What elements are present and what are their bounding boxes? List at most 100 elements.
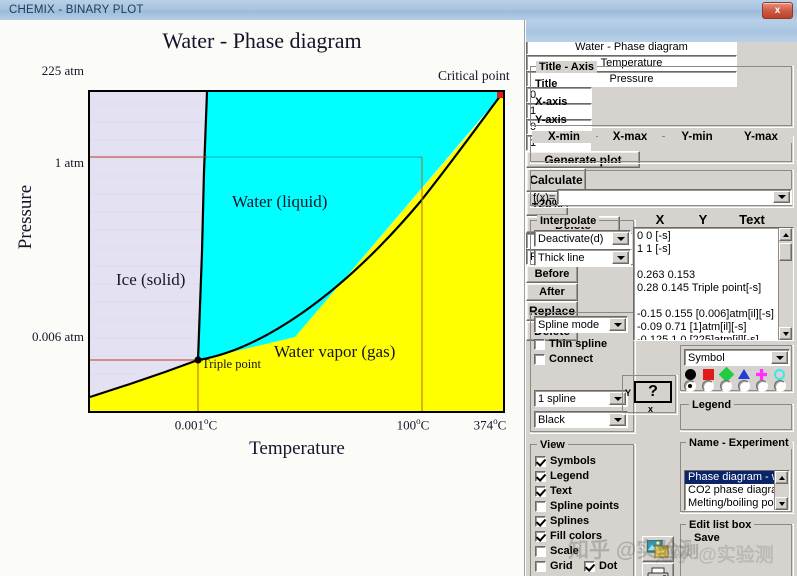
view-checkbox-fill-colors[interactable]: Fill colors [535,530,602,542]
data-row[interactable]: 1 1 [-s] [634,243,793,256]
symbol-radio-0[interactable] [684,380,696,392]
image-export-button[interactable] [642,536,674,562]
data-listbox-scrollbar[interactable] [778,228,793,340]
table-header-y: Y [698,212,708,227]
experiment-scroll-up-button[interactable] [775,471,788,484]
view-text-label: Text [550,485,572,497]
experiment-listbox[interactable]: Phase diagram - water CO2 phase diagram … [684,470,790,511]
scroll-down-button[interactable] [779,327,792,340]
region-label-ice: Ice (solid) [116,270,186,289]
symbol-select[interactable]: Symbol [684,349,790,366]
view-checkbox-scale[interactable]: Scale [535,545,579,557]
view-fill-colors-box [535,530,546,542]
annotation-critical-point: Critical point [438,68,510,83]
region-label-liquid: Water (liquid) [232,192,328,211]
xy-help-button[interactable]: ? [634,381,672,403]
xy-help-x-label: x [648,404,654,414]
window-titlebar: CHEMIX - BINARY PLOT x [0,0,797,21]
data-row[interactable]: -0.09 0.71 [1]atm[il][-s] [634,321,793,334]
x-tick-unit-100: C [420,417,430,433]
thin-spline-checkbox[interactable]: Thin spline [534,338,607,350]
save-before-button[interactable]: Before [526,265,578,283]
phase-diagram-svg [90,92,503,411]
view-spline-points-box [535,500,546,512]
spline-mode-value: Spline mode [538,318,600,331]
data-row[interactable]: -0.125 1.0 [225]atm[il][-s] [634,334,793,340]
y-axis-label: Pressure [15,184,36,250]
spline-mode-arrow[interactable] [609,318,626,331]
plot-pane: Water - Phase diagram Pressure Temperatu… [0,20,525,576]
view-checkbox-grid[interactable]: Grid [535,560,573,572]
view-splines-box [535,515,546,527]
view-group-label: View [537,439,568,451]
view-checkbox-legend[interactable]: Legend [535,470,589,482]
interpolate-line-select[interactable]: Thick line [534,249,631,266]
save-after-button[interactable]: After [526,283,578,301]
app-window: CHEMIX - BINARY PLOT x Water - Phase dia… [0,0,797,576]
experiment-listbox-scrollbar[interactable] [774,471,789,510]
spline-count-select[interactable]: 1 spline [534,390,628,407]
x-tick-value-100: 100 [396,417,417,433]
fx-label: f(x)= [533,192,556,204]
symbol-select-value: Symbol [688,351,725,364]
x-tick-value-374: 374 [473,417,494,433]
connect-checkbox[interactable]: Connect [534,353,593,365]
data-row[interactable]: 0 0 [-s] [634,230,793,243]
data-row[interactable] [634,256,793,269]
experiment-scroll-down-button[interactable] [775,497,788,510]
data-row[interactable]: -0.15 0.155 [0.006]atm[il][-s] [634,308,793,321]
symbol-radio-4[interactable] [756,380,768,392]
data-row[interactable]: 0.263 0.153 [634,269,793,282]
symbol-radio-2[interactable] [720,380,732,392]
window-title: CHEMIX - BINARY PLOT [9,4,144,16]
printer-icon [647,567,669,576]
thin-spline-checkbox-box [534,338,545,350]
symbol-radio-5[interactable] [774,380,786,392]
save-group-label: Save [691,532,723,544]
interpolate-mode-select[interactable]: Deactivate(d) [534,230,631,247]
x-tick-label-0001: 0.001oC [174,416,218,433]
view-checkbox-dot[interactable]: Dot [584,560,617,572]
view-fill-colors-label: Fill colors [550,530,602,542]
x-min-header: X-min [532,131,596,143]
view-checkbox-splines[interactable]: Splines [535,515,589,527]
view-spline-points-label: Spline points [550,500,620,512]
x-tick-unit-374: C [497,417,507,433]
view-checkbox-symbols[interactable]: Symbols [535,455,596,467]
symbol-select-arrow[interactable] [771,351,788,364]
interpolate-group-label: Interpolate [537,215,600,227]
plot-frame [88,90,505,413]
table-header-x: X [655,212,665,227]
symbol-radio-1[interactable] [702,380,714,392]
scroll-up-button[interactable] [779,228,792,241]
fx-input[interactable] [557,189,792,205]
window-close-button[interactable]: x [762,2,793,19]
spline-color-select[interactable]: Black [534,411,628,428]
view-legend-label: Legend [550,470,590,482]
interpolate-mode-arrow[interactable] [612,232,629,245]
magenta-cross-icon [756,369,767,380]
spline-mode-select[interactable]: Spline mode [534,316,628,333]
data-points-listbox[interactable]: 0 0 [-s] 1 1 [-s] 0.263 0.153 0.28 0.145… [633,227,794,341]
image-icon [647,540,669,558]
scrollbar-thumb[interactable] [779,243,792,261]
black-circle-icon [685,369,696,380]
interpolate-line-arrow[interactable] [612,251,629,264]
print-button[interactable] [642,563,674,576]
question-mark-icon: ? [648,383,658,400]
name-experiment-group-label: Name - Experiment [686,437,792,449]
fx-dropdown-arrow[interactable] [773,191,790,203]
y-max-header: Y-max [729,131,793,143]
symbol-radio-3[interactable] [738,380,750,392]
symbol-glyph-row [684,366,790,383]
interpolate-mode-value: Deactivate(d) [538,232,604,245]
view-checkbox-text[interactable]: Text [535,485,572,497]
data-row[interactable]: 0.28 0.145 Triple point[-s] [634,282,793,295]
x-tick-value-0001: 0.001 [174,417,205,433]
x-tick-label-100: 100oC [396,416,430,433]
view-checkbox-spline-points[interactable]: Spline points [535,500,619,512]
view-dot-box [584,560,595,572]
view-text-box [535,485,546,497]
data-row[interactable] [634,295,793,308]
red-square-icon [703,369,714,380]
